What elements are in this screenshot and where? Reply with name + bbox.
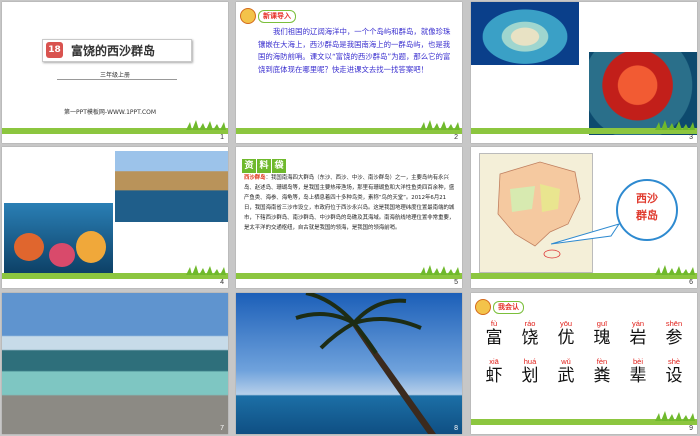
- slide-thumbnail-5[interactable]: 资料袋 西沙群岛：我国南海四大群岛（东沙、西沙、中沙、南沙群岛）之一，主要岛屿有…: [236, 147, 462, 288]
- slide-number: 4: [220, 279, 224, 286]
- slide-thumbnail-3[interactable]: 3: [471, 2, 697, 143]
- slide-number: 3: [689, 134, 693, 141]
- pinyin: fèn: [596, 357, 608, 366]
- island-aerial-photo: [471, 2, 579, 65]
- character-card: guī 瑰: [587, 319, 617, 348]
- info-bag-header: 资料袋: [242, 153, 287, 173]
- callout-line-1: 西沙: [636, 192, 658, 205]
- slide-thumbnail-4[interactable]: 4: [2, 147, 228, 288]
- grass-icon: [655, 411, 695, 421]
- lesson-number-badge: 18: [46, 42, 63, 58]
- slide-number: 5: [454, 279, 458, 286]
- character-card: shè 设: [659, 357, 689, 386]
- header-char: 料: [257, 159, 271, 173]
- slide-thumbnail-8[interactable]: 8: [236, 293, 462, 434]
- slide-thumbnail-7[interactable]: 7: [2, 293, 228, 434]
- hanzi: 虾: [485, 366, 503, 386]
- slide-thumbnail-9[interactable]: 我会认 fù 富 ráo 饶 yōu 优 guī 瑰 yán 岩 shēn 参 xiā 虾 h…: [471, 293, 697, 434]
- character-card: xiā 虾: [479, 357, 509, 386]
- coral-reef-photo: [4, 203, 113, 276]
- slide-number: 8: [454, 425, 458, 432]
- site-label: 第一PPT模板网-WWW.1PPT.COM: [64, 109, 157, 116]
- coral-shape: [49, 243, 75, 267]
- coral-shape: [76, 231, 106, 263]
- divider: [57, 79, 177, 80]
- header-char: 资: [242, 159, 256, 173]
- callout-line-2: 群岛: [636, 209, 658, 222]
- character-card: ráo 饶: [515, 319, 545, 348]
- title-box: 18 富饶的西沙群岛: [42, 39, 192, 62]
- hanzi: 粪: [593, 366, 611, 386]
- info-label: 西沙群岛: [244, 175, 266, 181]
- hanzi: 瑰: [593, 328, 611, 348]
- info-body: 我国南海四大群岛（东沙、西沙、中沙、南沙群岛）之一，主要岛屿有永兴岛、赵述岛、珊…: [244, 175, 455, 232]
- seashore-photo: [2, 293, 228, 434]
- character-card: fù 富: [479, 319, 509, 348]
- pinyin: shè: [667, 357, 681, 366]
- intro-paragraph: 我们祖国的辽阔海洋中，一个个岛屿和群岛，就像珍珠镶嵌在大海上，西沙群岛是我国南海…: [258, 27, 451, 75]
- grass-icon: [420, 265, 460, 275]
- character-card: wǔ 武: [551, 357, 581, 386]
- pinyin: yán: [631, 319, 645, 328]
- slide-number: 1: [220, 134, 224, 141]
- hanzi: 设: [665, 366, 683, 386]
- grass-icon: [655, 265, 695, 275]
- section-title: 我会认: [493, 301, 524, 314]
- callout-bubble: 西沙 群岛: [616, 179, 678, 241]
- child-face-icon: [240, 8, 256, 24]
- slide-thumbnail-1[interactable]: 18 富饶的西沙群岛 三年级上册 第一PPT模板网-WWW.1PPT.COM 1: [2, 2, 228, 143]
- slide-number: 7: [220, 425, 224, 432]
- grass-icon: [420, 120, 460, 130]
- character-card: yōu 优: [551, 319, 581, 348]
- pinyin: ráo: [524, 319, 536, 328]
- slide-number: 9: [689, 425, 693, 432]
- pinyin: yōu: [559, 319, 573, 328]
- grass-icon: [655, 120, 695, 130]
- palm-tree-icon: [295, 293, 436, 434]
- rocky-shore-photo: [115, 151, 228, 222]
- slide-thumbnail-2[interactable]: 新课导入 我们祖国的辽阔海洋中，一个个岛屿和群岛，就像珍珠镶嵌在大海上，西沙群岛…: [236, 2, 462, 143]
- character-card: yán 岩: [623, 319, 653, 348]
- coral-shape: [14, 233, 44, 261]
- callout-text: 西沙 群岛: [618, 190, 676, 224]
- hanzi: 岩: [629, 328, 647, 348]
- pinyin: wǔ: [561, 357, 571, 366]
- hanzi: 参: [665, 328, 683, 348]
- slide-number: 6: [689, 279, 693, 286]
- hanzi: 辈: [629, 366, 647, 386]
- pinyin: huá: [523, 357, 537, 366]
- header-char: 袋: [272, 159, 286, 173]
- pinyin: fù: [490, 319, 498, 328]
- grass-icon: [186, 120, 226, 130]
- pinyin: guī: [596, 319, 608, 328]
- hanzi: 武: [557, 366, 575, 386]
- palm-tree-photo: [236, 293, 462, 434]
- hanzi: 富: [485, 328, 503, 348]
- hanzi: 划: [521, 366, 539, 386]
- pinyin: xiā: [489, 357, 499, 366]
- grass-icon: [186, 265, 226, 275]
- slide-thumbnail-6[interactable]: 西沙群岛 6: [471, 147, 697, 288]
- lesson-title: 富饶的西沙群岛: [71, 44, 156, 58]
- callout-pointer: [551, 223, 621, 245]
- china-map: [479, 153, 593, 273]
- pinyin: shēn: [665, 319, 683, 328]
- map-shape-icon: [497, 161, 581, 259]
- character-card: shēn 参: [659, 319, 689, 348]
- info-text: 西沙群岛：我国南海四大群岛（东沙、西沙、中沙、南沙群岛）之一，主要岛屿有永兴岛、…: [244, 175, 455, 232]
- character-card: bèi 辈: [623, 357, 653, 386]
- section-title: 新课导入: [258, 10, 296, 23]
- child-face-icon: [475, 299, 491, 315]
- grade-label: 三年级上册: [99, 72, 130, 79]
- hanzi: 优: [557, 328, 575, 348]
- character-card: fèn 粪: [587, 357, 617, 386]
- pinyin: bèi: [632, 357, 643, 366]
- character-card: huá 划: [515, 357, 545, 386]
- slide-number: 2: [454, 134, 458, 141]
- hanzi: 饶: [521, 328, 539, 348]
